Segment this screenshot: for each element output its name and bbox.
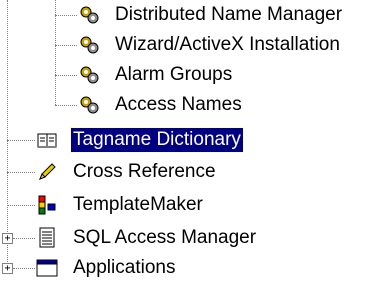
tree-line xyxy=(7,140,35,141)
expand-toggle[interactable]: + xyxy=(2,263,13,274)
tree-line xyxy=(13,268,35,269)
window-icon xyxy=(36,257,58,279)
tree-item-label: Applications xyxy=(73,257,176,278)
tree-line xyxy=(7,205,35,206)
tree-item-label: Distributed Name Manager xyxy=(115,4,343,25)
gears-icon xyxy=(78,94,100,116)
gears-icon xyxy=(78,34,100,56)
gears-icon xyxy=(78,64,100,86)
expand-toggle[interactable]: + xyxy=(2,233,13,244)
gears-icon xyxy=(78,4,100,26)
tree-item-label: Cross Reference xyxy=(73,161,216,182)
tree-view[interactable]: Distributed Name Manager Wizard/ActiveX … xyxy=(0,0,376,282)
tree-line-root xyxy=(7,0,8,270)
tree-item-label: Alarm Groups xyxy=(115,64,233,85)
tree-line xyxy=(55,45,77,46)
tree-item-label: TemplateMaker xyxy=(73,194,203,215)
book-icon xyxy=(36,129,58,151)
tree-item-label: Tagname Dictionary xyxy=(70,127,244,153)
tree-item-label: SQL Access Manager xyxy=(73,227,257,248)
tree-line xyxy=(13,238,35,239)
templatemaker-icon xyxy=(36,194,58,216)
tree-line xyxy=(55,105,77,106)
tree-item-label: Access Names xyxy=(115,94,242,115)
tree-line xyxy=(55,15,77,16)
pencil-icon xyxy=(36,161,58,183)
document-icon xyxy=(36,227,58,249)
tree-item-label: Wizard/ActiveX Installation xyxy=(115,34,340,55)
tree-line xyxy=(7,172,35,173)
tree-line xyxy=(55,75,77,76)
